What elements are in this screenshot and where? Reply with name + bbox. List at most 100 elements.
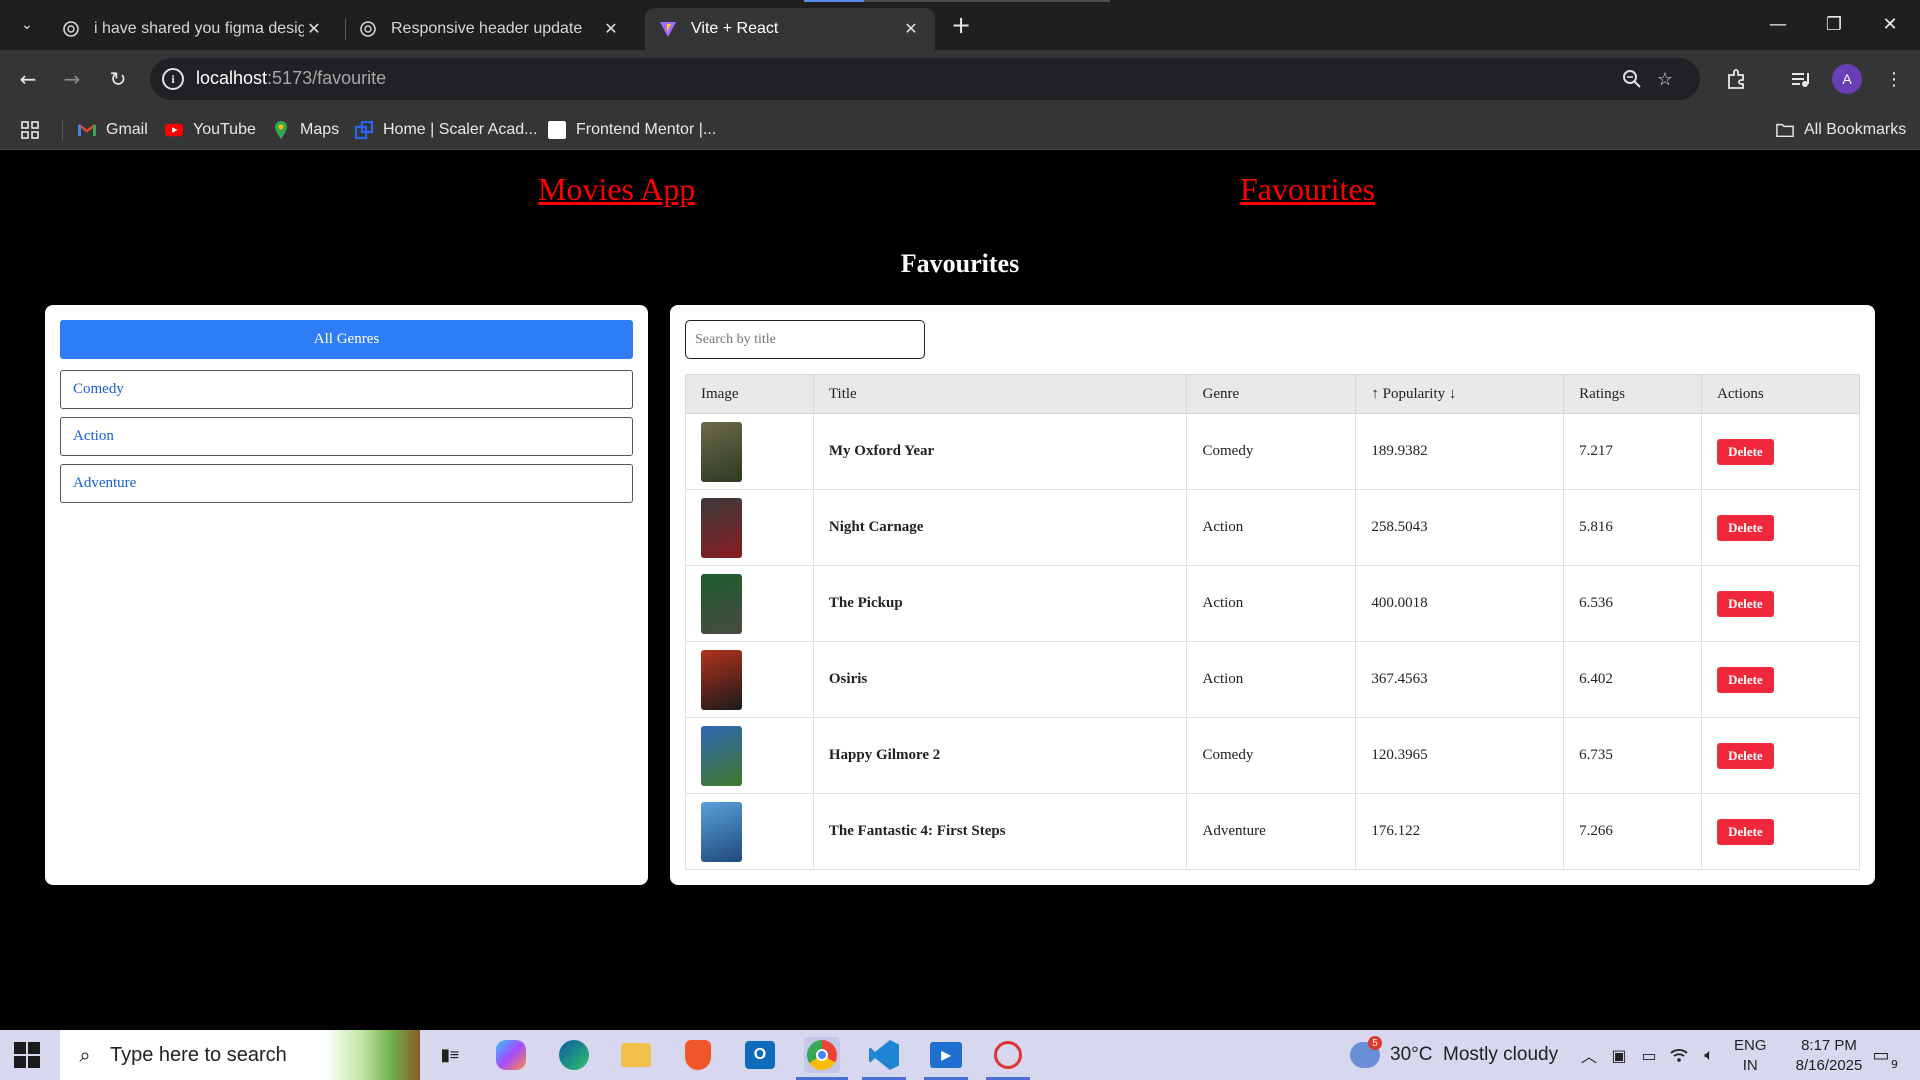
- outlook-icon[interactable]: O: [742, 1037, 778, 1073]
- address-bar[interactable]: i localhost:5173/favourite ☆: [150, 58, 1700, 100]
- video-app-icon[interactable]: ▶: [928, 1037, 964, 1073]
- bookmark-frontend-mentor[interactable]: Frontend Mentor |...: [548, 119, 716, 141]
- delete-button[interactable]: Delete: [1717, 438, 1774, 465]
- bookmark-maps[interactable]: Maps: [272, 119, 339, 141]
- tab-vite-react[interactable]: Vite + React ✕: [645, 8, 935, 50]
- sort-ascending-icon[interactable]: ↑: [1371, 386, 1379, 402]
- new-tab-icon[interactable]: +: [948, 11, 974, 39]
- taskbar-search-box[interactable]: ⌕ Type here to search: [60, 1030, 420, 1080]
- wifi-icon[interactable]: [1668, 1044, 1690, 1066]
- header-actions: Actions: [1701, 374, 1860, 414]
- movie-popularity: 400.0018: [1355, 565, 1565, 642]
- poster-cell: [685, 641, 814, 718]
- back-icon[interactable]: ←: [14, 65, 42, 93]
- tab-figma-chat[interactable]: i have shared you figma design ✕: [48, 8, 338, 50]
- movie-genre: Comedy: [1186, 717, 1357, 794]
- genre-comedy-button[interactable]: Comedy: [60, 370, 633, 409]
- movie-popularity: 367.4563: [1355, 641, 1565, 718]
- nav-movies-app-link[interactable]: Movies App: [538, 171, 695, 208]
- bookmark-scaler[interactable]: Home | Scaler Acad...: [355, 119, 537, 141]
- delete-button[interactable]: Delete: [1717, 666, 1774, 693]
- media-control-icon[interactable]: [1786, 65, 1814, 93]
- windows-taskbar: ⌕ Type here to search ▮≡ O ▶ 5 30°C Most…: [0, 1030, 1920, 1080]
- movie-poster-image[interactable]: [701, 649, 742, 710]
- movie-poster-image[interactable]: [701, 801, 742, 862]
- tab-title: i have shared you figma design: [94, 20, 304, 37]
- chrome-icon[interactable]: [804, 1037, 840, 1073]
- close-tab-icon[interactable]: ✕: [601, 19, 621, 39]
- table-row: Night Carnage Action 258.5043 5.816 Delete: [685, 489, 1860, 566]
- weather-widget[interactable]: 5 30°C Mostly cloudy: [1350, 1036, 1558, 1068]
- table-row: My Oxford Year Comedy 189.9382 7.217 Delete: [685, 413, 1860, 490]
- bookmarks-bar: Gmail YouTube Maps Home | Scaler Acad...…: [0, 108, 1920, 150]
- sort-descending-icon[interactable]: ↓: [1449, 386, 1457, 402]
- search-icon: ⌕: [79, 1043, 91, 1067]
- copilot-icon[interactable]: [496, 1040, 526, 1070]
- movie-genre: Adventure: [1186, 793, 1357, 870]
- battery-icon[interactable]: ▭: [1638, 1044, 1660, 1066]
- restore-icon[interactable]: ❐: [1814, 8, 1854, 40]
- apps-grid-icon[interactable]: [20, 119, 40, 141]
- extensions-icon[interactable]: [1722, 65, 1750, 93]
- movie-poster-image[interactable]: [701, 421, 742, 482]
- movie-rating: 7.217: [1563, 413, 1703, 490]
- actions-cell: Delete: [1701, 717, 1860, 794]
- genre-action-button[interactable]: Action: [60, 417, 633, 456]
- bookmark-youtube[interactable]: YouTube: [165, 119, 256, 141]
- file-explorer-icon[interactable]: [618, 1037, 654, 1073]
- show-hidden-icons-chevron-icon[interactable]: ︿: [1578, 1044, 1600, 1066]
- window-close-icon[interactable]: ✕: [1870, 8, 1910, 40]
- search-input[interactable]: [685, 320, 925, 359]
- movie-poster-image[interactable]: [701, 725, 742, 786]
- genre-adventure-button[interactable]: Adventure: [60, 464, 633, 503]
- bookmark-label: Maps: [300, 121, 340, 138]
- windows-start-icon[interactable]: [14, 1042, 40, 1068]
- edge-icon[interactable]: [556, 1037, 592, 1073]
- notifications-icon[interactable]: ▭ 9: [1868, 1043, 1898, 1071]
- meet-now-icon[interactable]: ▣: [1608, 1044, 1630, 1066]
- actions-cell: Delete: [1701, 413, 1860, 490]
- gmail-icon: [78, 121, 96, 139]
- minimize-icon[interactable]: —: [1758, 8, 1798, 40]
- tab-search-chevron-icon[interactable]: ⌄: [14, 12, 40, 38]
- delete-button[interactable]: Delete: [1717, 818, 1774, 845]
- vscode-icon[interactable]: [866, 1037, 902, 1073]
- genre-all-button[interactable]: All Genres: [60, 320, 633, 359]
- url-host: localhost: [196, 68, 268, 88]
- browser-menu-icon[interactable]: ⋮: [1880, 65, 1908, 93]
- bookmark-gmail[interactable]: Gmail: [78, 119, 148, 141]
- tab-strip: ⌄ i have shared you figma design ✕ Respo…: [0, 0, 1920, 50]
- close-tab-icon[interactable]: ✕: [901, 19, 921, 39]
- url-text[interactable]: localhost:5173/favourite: [196, 68, 386, 89]
- all-bookmarks[interactable]: All Bookmarks: [1776, 119, 1906, 141]
- bookmark-star-icon[interactable]: ☆: [1653, 67, 1677, 91]
- zoom-icon[interactable]: [1620, 67, 1644, 91]
- task-view-icon[interactable]: ▮≡: [432, 1037, 468, 1073]
- language-indicator[interactable]: ENG IN: [1734, 1036, 1767, 1076]
- header-title: Title: [812, 374, 1188, 414]
- delete-button[interactable]: Delete: [1717, 514, 1774, 541]
- movie-title: Night Carnage: [812, 489, 1188, 566]
- header-popularity-label: Popularity: [1382, 385, 1446, 402]
- movie-popularity: 120.3965: [1355, 717, 1565, 794]
- profile-avatar[interactable]: A: [1832, 64, 1862, 94]
- forward-icon[interactable]: →: [58, 65, 86, 93]
- movie-poster-image[interactable]: [701, 497, 742, 558]
- language-code: ENG: [1734, 1037, 1767, 1054]
- search-highlight-image: [325, 1030, 420, 1080]
- taskbar-clock[interactable]: 8:17 PM 8/16/2025: [1784, 1036, 1874, 1076]
- brave-icon[interactable]: [680, 1037, 716, 1073]
- vite-icon: [659, 20, 677, 38]
- reload-icon[interactable]: ↻: [104, 65, 132, 93]
- openai-icon: [359, 20, 377, 38]
- poster-cell: [685, 413, 814, 490]
- snipping-tool-icon[interactable]: [990, 1037, 1026, 1073]
- volume-icon[interactable]: 🔈︎: [1698, 1044, 1720, 1066]
- movie-poster-image[interactable]: [701, 573, 742, 634]
- tab-responsive-header[interactable]: Responsive header update ✕: [345, 8, 635, 50]
- nav-favourites-link[interactable]: Favourites: [1240, 171, 1375, 208]
- site-info-icon[interactable]: i: [162, 68, 184, 90]
- delete-button[interactable]: Delete: [1717, 742, 1774, 769]
- close-tab-icon[interactable]: ✕: [304, 19, 324, 39]
- delete-button[interactable]: Delete: [1717, 590, 1774, 617]
